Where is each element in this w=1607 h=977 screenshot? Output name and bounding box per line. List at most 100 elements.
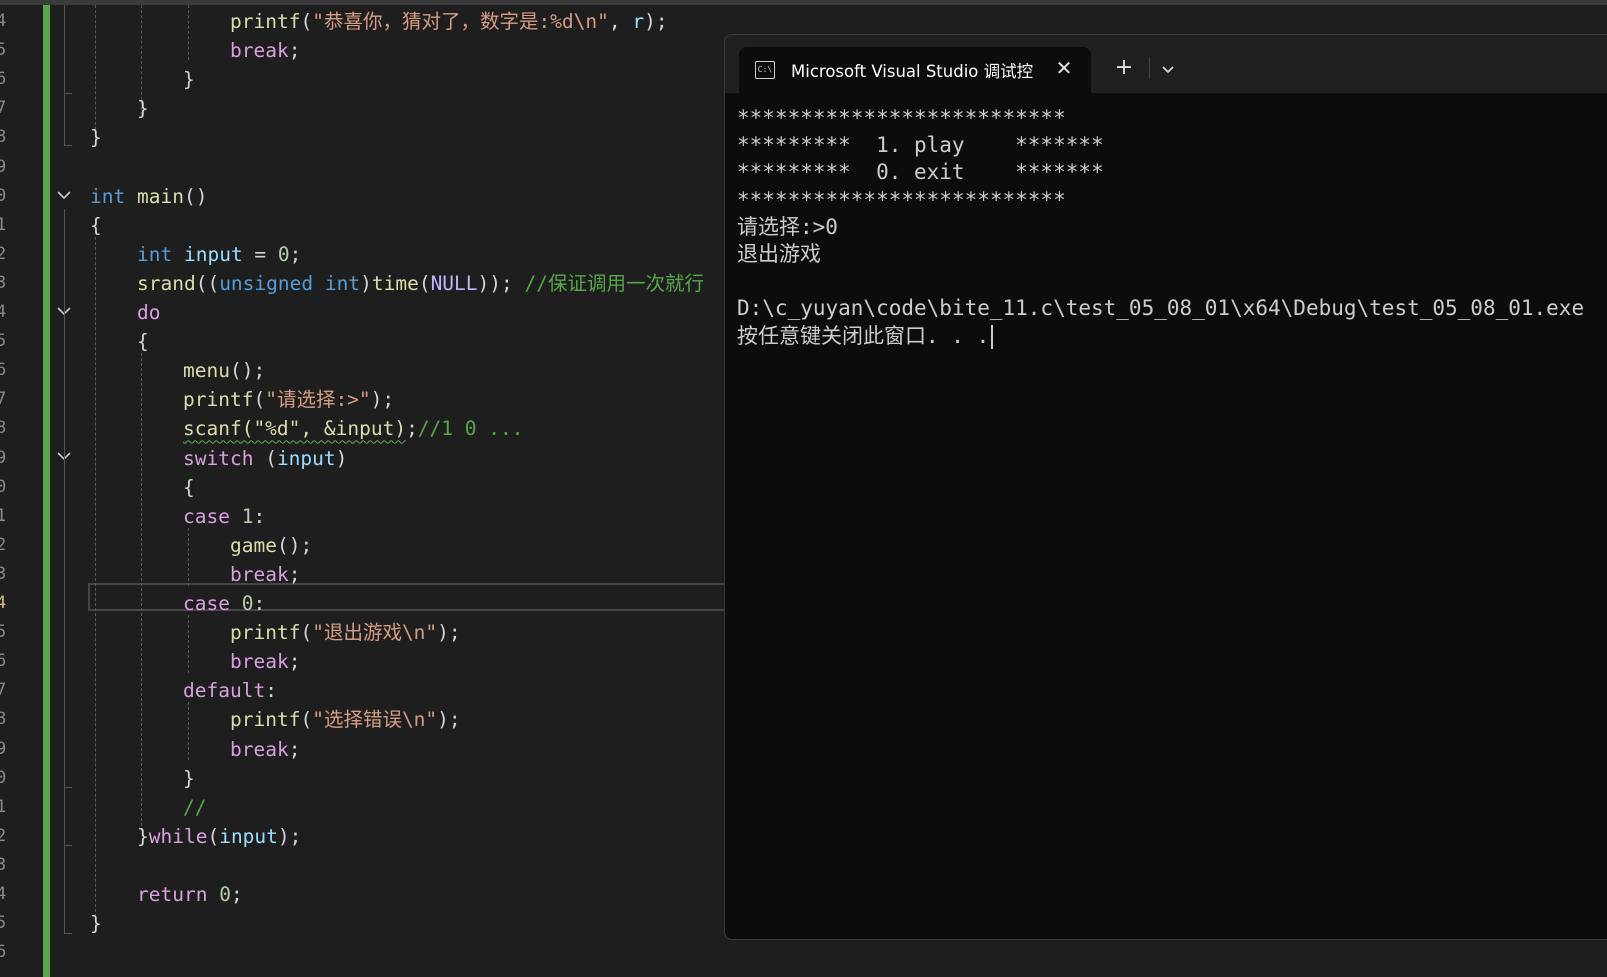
- code-token: :: [253, 504, 266, 528]
- code-token: ();: [229, 359, 266, 383]
- code-token: break: [230, 39, 289, 63]
- terminal-line-last: 按任意键关闭此窗口. . .: [737, 323, 1607, 350]
- line-number: 0: [0, 476, 7, 497]
- terminal-line: 请选择:>0: [737, 214, 838, 239]
- line-number: 0: [0, 185, 7, 206]
- code-line[interactable]: break;: [230, 36, 300, 65]
- code-token: (: [207, 824, 220, 848]
- line-number: 4: [0, 593, 7, 613]
- code-token: scanf("%d", &input): [183, 417, 407, 441]
- code-line[interactable]: switch (input): [183, 444, 347, 473]
- code-token: r: [632, 10, 645, 33]
- line-number-gutter: 4 5 6 7 8 9 0 1 2 3 4 5 6 7 8 9 0 1 2 3 4 5 6 7 8 9 0 1 2 3 4 5 6: [0, 5, 12, 977]
- code-token: printf: [230, 10, 301, 33]
- line-number: 4: [0, 11, 7, 31]
- code-token: ;: [289, 242, 302, 266]
- code-line[interactable]: srand((unsigned int)time(NULL)); //保证调用一…: [137, 269, 704, 298]
- code-token: :: [265, 679, 277, 703]
- code-token: case: [183, 592, 230, 615]
- line-number: 6: [0, 651, 7, 672]
- code-line[interactable]: break;: [230, 647, 300, 676]
- code-token: (): [183, 184, 208, 208]
- code-line[interactable]: printf("选择错误\n");: [230, 705, 461, 734]
- code-line[interactable]: }: [90, 123, 102, 152]
- code-line[interactable]: break;: [230, 560, 300, 589]
- indent-guide: [141, 353, 142, 831]
- code-line[interactable]: }: [183, 764, 195, 793]
- line-number: 8: [0, 709, 7, 730]
- code-token: int: [90, 184, 126, 208]
- indent-guide: [188, 5, 189, 60]
- code-token: :: [253, 592, 266, 615]
- line-number: 2: [0, 243, 7, 264]
- code-token: );: [644, 10, 668, 33]
- code-token: menu: [183, 359, 230, 383]
- indent-guide: [188, 702, 189, 760]
- code-token: ;: [288, 650, 301, 674]
- code-token: break: [230, 650, 289, 674]
- line-number: 7: [0, 389, 7, 410]
- close-icon[interactable]: ✕: [1051, 55, 1077, 81]
- code-line[interactable]: return 0;: [137, 880, 243, 909]
- line-number: 9: [0, 738, 7, 759]
- code-line[interactable]: break;: [230, 735, 300, 764]
- code-line[interactable]: {: [90, 211, 102, 240]
- line-number: 5: [0, 331, 7, 352]
- line-number: 0: [0, 767, 7, 788]
- code-token: );: [370, 388, 395, 412]
- code-token: break: [230, 562, 289, 586]
- fold-region-end: [64, 845, 72, 846]
- code-token: 1: [241, 504, 254, 528]
- code-line[interactable]: int input = 0;: [137, 240, 301, 269]
- code-line[interactable]: }: [183, 65, 195, 94]
- code-token: ));: [477, 271, 513, 295]
- code-token: }: [183, 68, 195, 92]
- line-number: 1: [0, 505, 7, 526]
- code-line[interactable]: printf("恭喜你，猜对了，数字是:%d\n", r);: [230, 7, 668, 36]
- code-line[interactable]: game();: [230, 531, 312, 560]
- code-line[interactable]: printf("退出游戏\n");: [230, 618, 461, 647]
- code-token: printf: [183, 388, 254, 412]
- code-line[interactable]: default:: [183, 676, 277, 705]
- code-token: (: [300, 10, 313, 33]
- code-line[interactable]: case 0:: [183, 589, 265, 618]
- code-line[interactable]: {: [137, 327, 149, 356]
- code-line[interactable]: scanf("%d", &input);//1 0 ...: [183, 414, 523, 443]
- line-number: 5: [0, 40, 7, 61]
- new-tab-icon[interactable]: +: [1111, 55, 1137, 81]
- code-line[interactable]: }: [137, 94, 149, 123]
- code-editor[interactable]: 4 5 6 7 8 9 0 1 2 3 4 5 6 7 8 9 0 1 2 3 4 5 6 7 8 9 0 1 2 3 4 5 6 printf…: [0, 5, 740, 977]
- code-token: (: [253, 388, 266, 412]
- code-line[interactable]: //: [183, 793, 206, 822]
- code-token: ,: [608, 10, 633, 33]
- code-token: default: [183, 679, 266, 703]
- debug-console-window[interactable]: C:\ Microsoft Visual Studio 调试控制台 ✕ + **…: [724, 34, 1607, 940]
- code-token: "请选择:>": [265, 388, 371, 412]
- code-line[interactable]: {: [183, 473, 195, 502]
- indent-guide: [95, 237, 96, 927]
- code-token: (: [300, 621, 313, 645]
- code-token: input: [183, 242, 243, 266]
- code-token: 0: [219, 883, 231, 906]
- code-token: {: [137, 330, 149, 354]
- line-number: 3: [0, 563, 7, 584]
- code-line[interactable]: do: [137, 298, 160, 327]
- fold-chevron-icon[interactable]: [54, 185, 74, 205]
- terminal-output[interactable]: ************************** ********* 1. …: [737, 105, 1607, 350]
- code-token: //: [183, 795, 207, 819]
- line-number: 8: [0, 418, 7, 439]
- line-number: 6: [0, 69, 7, 90]
- code-token: srand: [137, 271, 196, 295]
- code-line[interactable]: int main(): [90, 182, 207, 211]
- code-line[interactable]: }while(input);: [137, 822, 301, 851]
- line-number: 9: [0, 156, 7, 177]
- code-line[interactable]: }: [90, 909, 102, 938]
- code-line[interactable]: menu();: [183, 356, 265, 385]
- code-line[interactable]: printf("请选择:>");: [183, 385, 394, 414]
- chevron-down-icon[interactable]: [1157, 55, 1179, 81]
- code-token: return: [137, 883, 208, 906]
- terminal-tab[interactable]: C:\ Microsoft Visual Studio 调试控制台 ✕: [739, 47, 1091, 93]
- code-line[interactable]: case 1:: [183, 502, 265, 531]
